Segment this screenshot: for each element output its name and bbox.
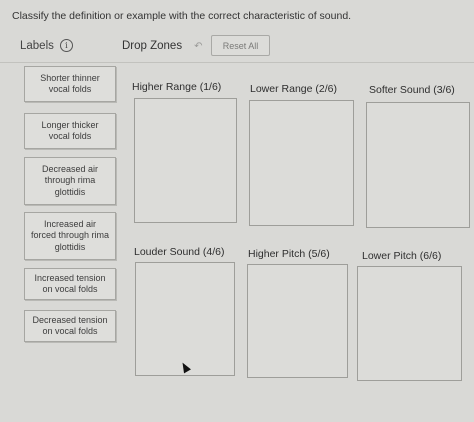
label-card-line: forced through rima [30, 230, 110, 241]
drop-zone-louder-sound[interactable] [135, 262, 235, 376]
label-card-line: on vocal folds [42, 326, 98, 336]
drop-zone-lower-pitch[interactable] [357, 266, 462, 381]
label-card-line: vocal folds [48, 84, 92, 94]
label-card-line: Increased air [43, 218, 96, 229]
label-card-line: Decreased tension [32, 314, 108, 325]
zone-title-lower-pitch: Lower Pitch (6/6) [362, 250, 442, 262]
label-card-decreased-air[interactable]: Decreased air through rima glottidis [24, 157, 116, 205]
labels-panel-title: Labels i [20, 39, 73, 52]
instruction-text: Classify the definition or example with … [12, 10, 352, 22]
info-icon[interactable]: i [59, 39, 73, 52]
reset-all-button[interactable]: Reset All [211, 35, 270, 56]
label-card-decreased-tension[interactable]: Decreased tension on vocal folds [24, 310, 116, 342]
zone-title-higher-range: Higher Range (1/6) [132, 81, 222, 93]
labels-title-text: Labels [20, 39, 54, 52]
zone-title-higher-pitch: Higher Pitch (5/6) [248, 248, 330, 260]
label-card-line: through rima [44, 175, 96, 186]
undo-icon[interactable]: ↶ [194, 41, 202, 52]
label-card-increased-air[interactable]: Increased air forced through rima glotti… [24, 212, 116, 260]
drop-zone-softer-sound[interactable] [366, 102, 470, 228]
label-card-line: Decreased air [41, 163, 99, 174]
drop-zone-higher-range[interactable] [134, 98, 237, 223]
label-card-line: glottidis [54, 186, 86, 197]
zone-title-lower-range: Lower Range (2/6) [250, 83, 337, 95]
drop-zone-lower-range[interactable] [249, 100, 354, 226]
label-card-line: glottidis [54, 241, 86, 252]
label-card-longer-thicker[interactable]: Longer thicker vocal folds [24, 113, 116, 149]
label-card-line: vocal folds [48, 131, 92, 141]
label-card-line: Longer thicker [41, 119, 99, 130]
label-card-shorter-thinner[interactable]: Shorter thinner vocal folds [24, 66, 116, 102]
label-card-line: Shorter thinner [40, 72, 100, 83]
drop-zone-higher-pitch[interactable] [247, 264, 348, 378]
zone-title-softer-sound: Softer Sound (3/6) [369, 84, 455, 96]
label-card-line: on vocal folds [42, 284, 98, 294]
zone-title-louder-sound: Louder Sound (4/6) [134, 246, 225, 258]
drop-zones-title-text: Drop Zones [122, 40, 183, 52]
drop-zones-panel-title: Drop Zones ↶ [122, 40, 202, 52]
label-card-increased-tension[interactable]: Increased tension on vocal folds [24, 268, 116, 300]
label-card-line: Increased tension [34, 272, 106, 283]
header-divider [0, 62, 474, 63]
